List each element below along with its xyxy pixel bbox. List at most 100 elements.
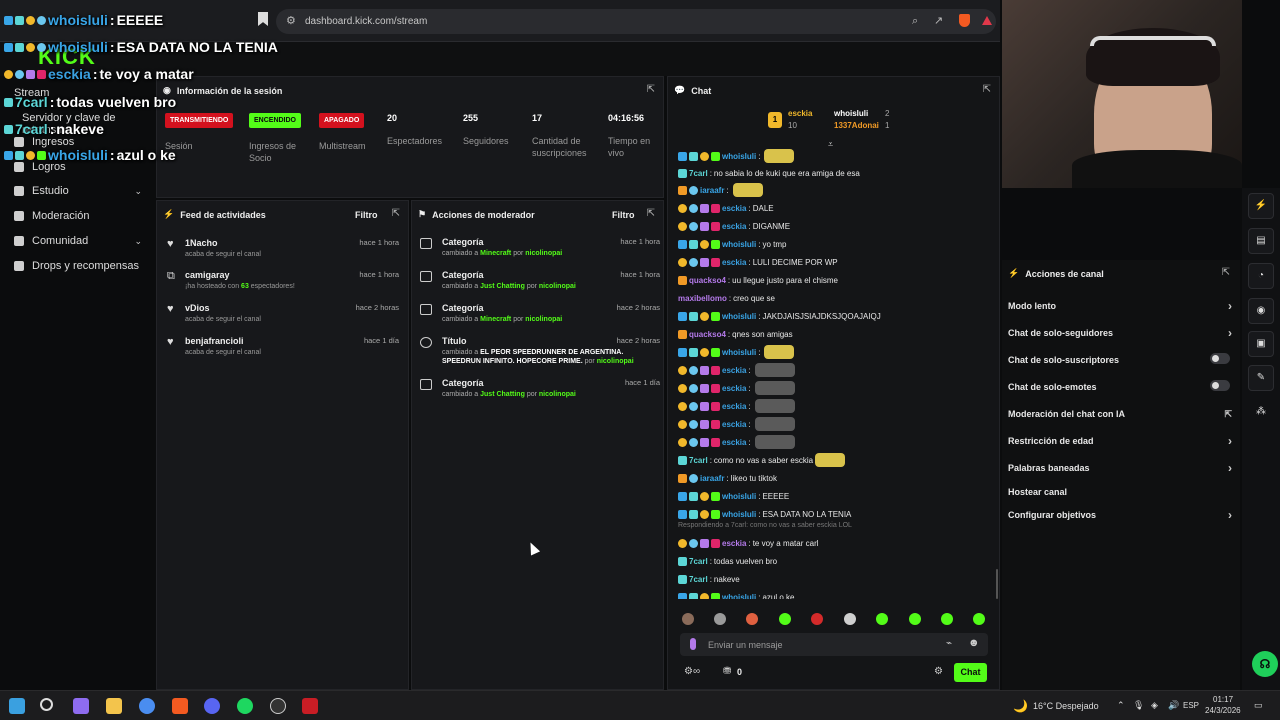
action-banned-words[interactable]: Palabras baneadas › [1008,461,1232,475]
sidebar-item-moderacion[interactable]: Moderación [14,210,144,222]
brave-rewards-icon[interactable] [982,16,992,25]
obs-icon[interactable] [270,698,286,714]
sidebar-item-comunidad[interactable]: Comunidad ⌄ [14,235,144,247]
action-goals[interactable]: Configurar objetivos › [1008,508,1232,522]
action-followers-only[interactable]: Chat de solo-seguidores › [1008,326,1232,340]
clock-time[interactable]: 01:17 [1213,695,1233,704]
bookmark-icon[interactable] [258,12,268,26]
emote-icon[interactable] [876,613,888,625]
notification-icon[interactable]: ▭ [1254,700,1263,711]
archive-icon[interactable]: ▣ [1248,331,1274,357]
volume-icon[interactable]: 🔊 [1168,700,1179,711]
zoom-icon[interactable]: ⌕ [912,9,918,34]
chat-username[interactable]: iaraafr [700,186,724,195]
brave-shields-icon[interactable] [959,14,970,27]
clock-date[interactable]: 24/3/2026 [1205,706,1241,715]
chat-username[interactable]: whoisluli [722,348,756,357]
lightning-icon[interactable]: ⚡ [1248,193,1274,219]
filter-button[interactable]: Filtro [355,210,378,220]
chat-username[interactable]: 7carl [689,557,708,566]
chat-username[interactable]: whoisluli [722,593,756,600]
action-age-restriction[interactable]: Restricción de edad › [1008,434,1232,448]
chat-username[interactable]: esckia [722,420,746,429]
feed-username[interactable]: vDios [185,303,210,313]
popout-icon[interactable]: ⇱ [392,208,400,219]
chat-username[interactable]: maxibellomo [678,294,727,303]
filter-button[interactable]: Filtro [612,210,635,220]
chat-username[interactable]: whoisluli [722,240,756,249]
windows-start-icon[interactable] [9,698,25,714]
wrench-icon[interactable]: ✎ [1248,365,1274,391]
address-bar[interactable]: ⚙ dashboard.kick.com/stream ⌕ ↗ [276,9,996,34]
leader-user[interactable]: esckia [788,109,812,118]
emotes-only-toggle[interactable] [1210,380,1230,391]
document-icon[interactable]: ▤ [1248,228,1274,254]
chat-username[interactable]: whoisluli [722,152,756,161]
leader-user[interactable]: whoisluli [834,109,868,118]
popout-icon[interactable]: ⇱ [1222,267,1230,278]
emote-icon[interactable] [811,613,823,625]
chat-username[interactable]: esckia [722,222,746,231]
file-explorer-icon[interactable] [106,698,122,714]
chat-username[interactable]: whoisluli [722,492,756,501]
spotify-icon[interactable] [237,698,253,714]
emoji-icon[interactable]: ☻ [968,637,980,649]
chat-settings-icon[interactable]: ⚙ [934,666,943,677]
chat-username[interactable]: 7carl [689,456,708,465]
emote-icon[interactable] [941,613,953,625]
chat-username[interactable]: whoisluli [722,510,756,519]
tray-chevron-icon[interactable]: ⌃ [1117,700,1125,711]
chat-username[interactable]: esckia [722,539,746,548]
slash-commands-icon[interactable]: ⌁ [946,638,952,649]
popout-icon[interactable]: ⇱ [983,84,991,95]
popout-icon[interactable]: ⇱ [647,84,655,95]
sidebar-item-estudio[interactable]: Estudio ⌄ [14,185,144,197]
chat-username[interactable]: 7carl [689,575,708,584]
mic-icon[interactable] [690,638,696,650]
nodes-icon[interactable]: ⁂ [1248,400,1274,426]
detail-by[interactable]: nicolinopai [539,391,576,398]
detail-by[interactable]: nicolinopai [597,358,634,365]
chat-username[interactable]: whoisluli [722,312,756,321]
emote-icon[interactable] [909,613,921,625]
emote-icon[interactable] [779,613,791,625]
discord-icon[interactable] [204,698,220,714]
share-icon[interactable]: ↗ [934,9,943,34]
detail-by[interactable]: nicolinopai [525,250,562,257]
sidebar-item-drops[interactable]: Drops y recompensas [14,260,144,272]
chat-username[interactable]: iaraafr [700,474,724,483]
chat-username[interactable]: esckia [722,204,746,213]
action-ai-moderation[interactable]: Moderación del chat con IA ⇱ [1008,409,1232,419]
chat-username[interactable]: 7carl [689,169,708,178]
app-icon[interactable] [302,698,318,714]
chat-username[interactable]: esckia [722,438,746,447]
chrome-icon[interactable] [139,698,155,714]
search-icon[interactable] [40,698,53,711]
leader-user[interactable]: 1337Adonai [834,121,879,130]
chat-scrollbar[interactable] [996,569,998,599]
language-indicator[interactable]: ESP [1183,701,1199,710]
mic-icon[interactable]: 🎙 [1133,700,1144,711]
chat-username[interactable]: esckia [722,258,746,267]
emote-icon[interactable] [746,613,758,625]
weather-text[interactable]: 16°C Despejado [1033,701,1099,711]
chat-message-input[interactable] [708,636,928,653]
copilot-icon[interactable] [73,698,89,714]
action-host-channel[interactable]: Hostear canal [1008,487,1232,497]
emote-icon[interactable] [682,613,694,625]
chat-username[interactable]: esckia [722,402,746,411]
chat-username[interactable]: quackso4 [689,330,726,339]
action-slow-mode[interactable]: Modo lento › [1008,299,1232,313]
detail-by[interactable]: nicolinopai [539,283,576,290]
chat-username[interactable]: esckia [722,384,746,393]
chat-icon[interactable]: ◔ [1248,263,1274,289]
chat-username[interactable]: esckia [722,366,746,375]
popout-icon[interactable]: ⇱ [647,208,655,219]
feed-username[interactable]: camigaray [185,270,230,280]
chat-username[interactable]: quackso4 [689,276,726,285]
brave-icon[interactable] [172,698,188,714]
broadcast-icon[interactable]: ◉ [1248,298,1274,324]
subs-only-toggle[interactable] [1210,353,1230,364]
feed-username[interactable]: benjafrancioli [185,336,244,346]
support-icon[interactable]: ☊ [1252,651,1278,677]
